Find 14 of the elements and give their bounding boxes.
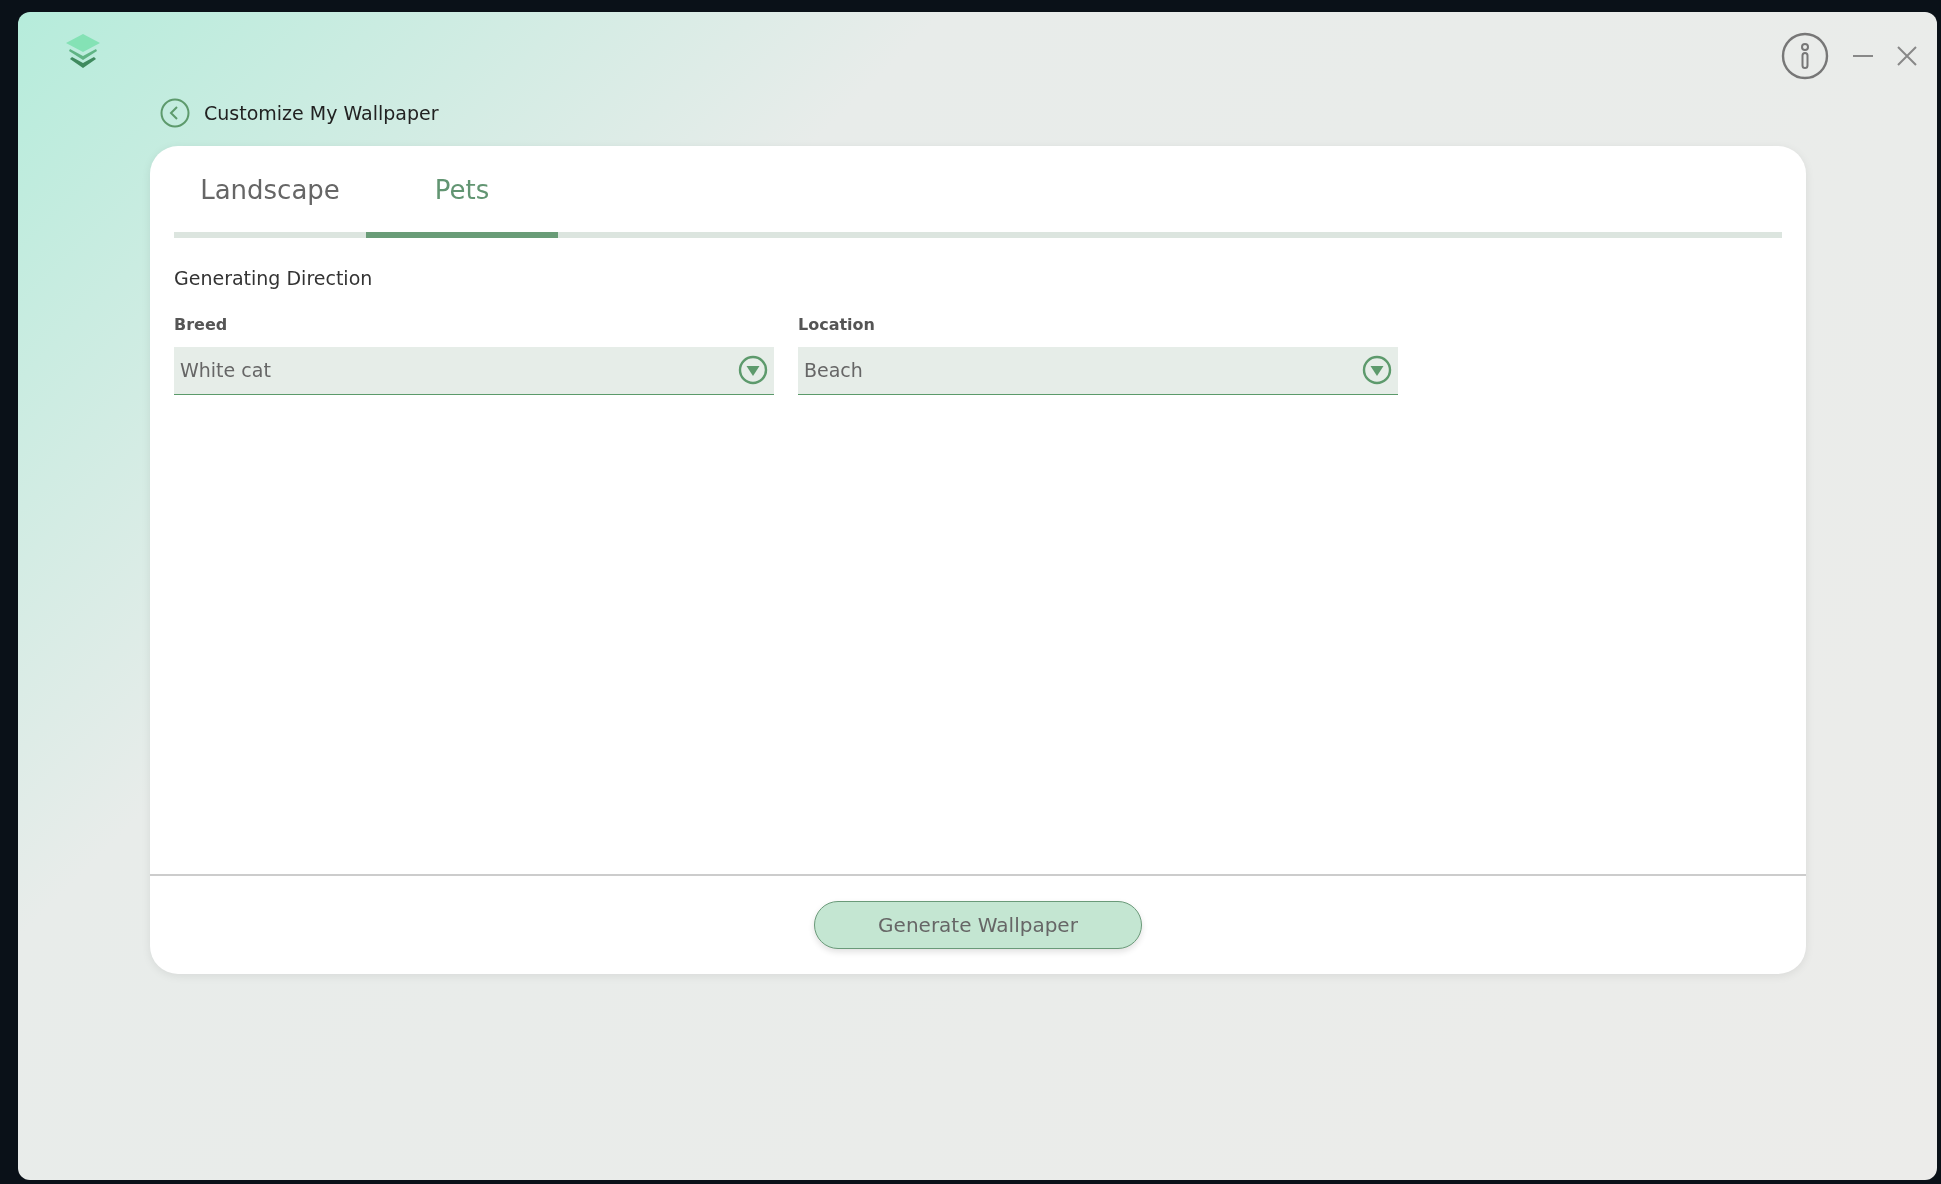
layers-logo-icon (64, 32, 102, 70)
back-icon[interactable] (160, 98, 190, 128)
dropdown-field[interactable]: White cat (174, 346, 774, 395)
dropdown-field[interactable]: Beach (798, 346, 1398, 395)
generate-wallpaper-button[interactable]: Generate Wallpaper (814, 901, 1142, 949)
tab[interactable]: Pets (366, 146, 558, 238)
field-label: Breed (174, 313, 229, 336)
info-icon[interactable] (1781, 32, 1829, 80)
section-title: Generating Direction (174, 266, 374, 291)
page-title: Customize My Wallpaper (204, 100, 439, 126)
close-icon[interactable] (1897, 46, 1917, 66)
field-label: Location (798, 313, 876, 336)
minimize-icon[interactable] (1853, 54, 1873, 58)
tab[interactable]: Landscape (174, 146, 366, 238)
